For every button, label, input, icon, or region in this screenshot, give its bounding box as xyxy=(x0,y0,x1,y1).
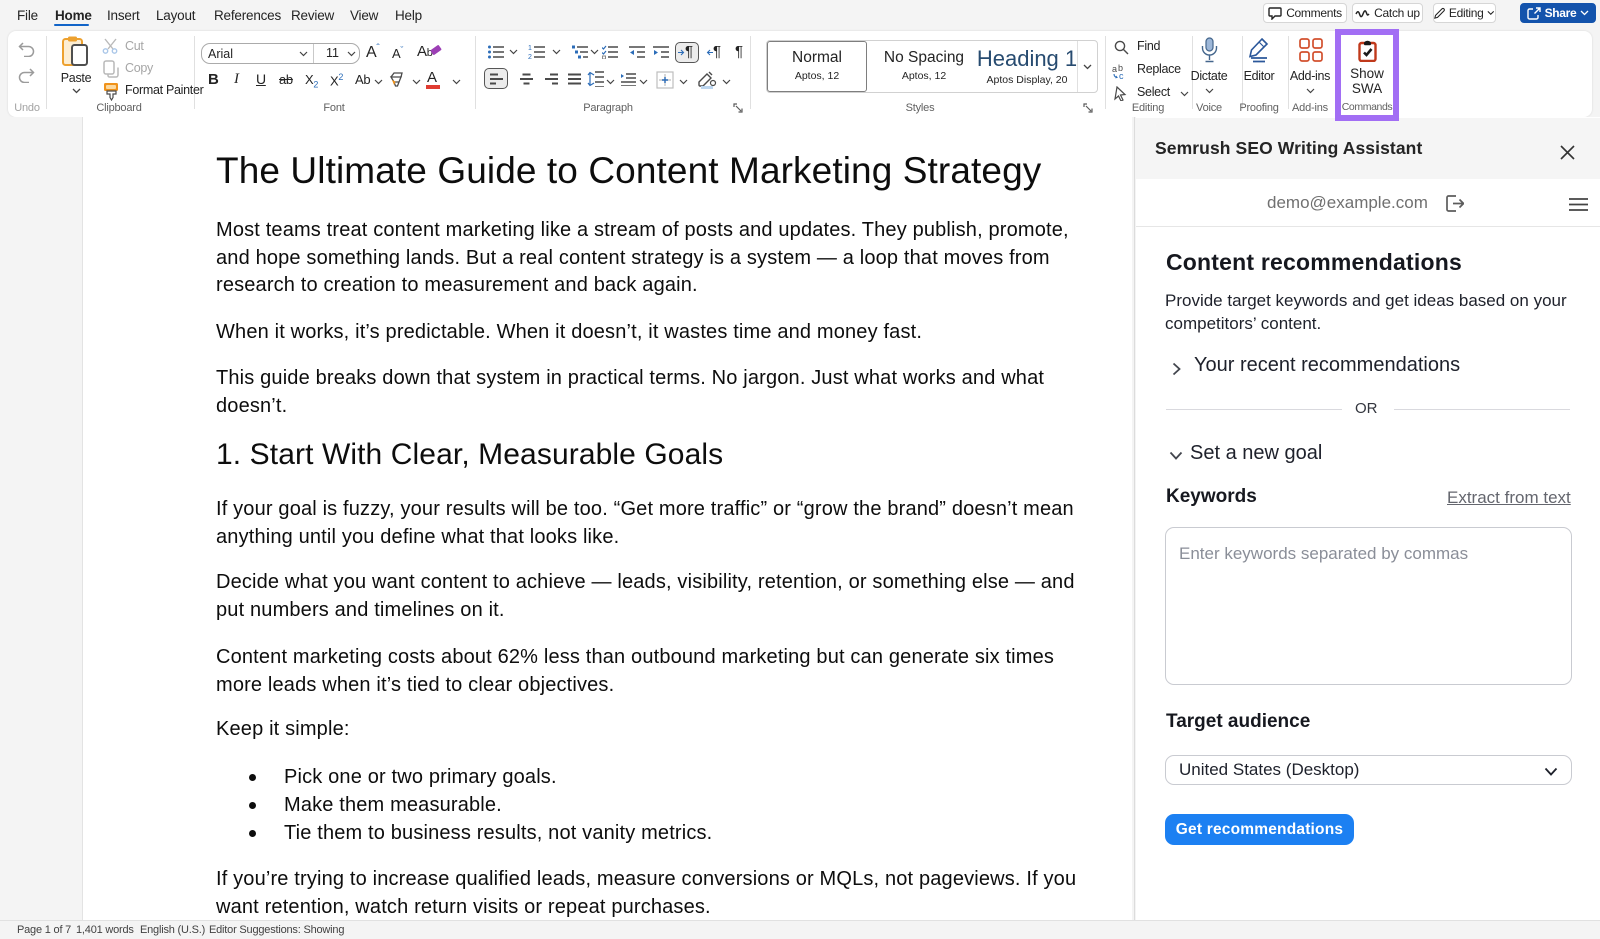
svg-text:2: 2 xyxy=(528,54,532,60)
svg-text:a: a xyxy=(1112,64,1117,74)
svg-text:1: 1 xyxy=(528,45,532,52)
svg-text:c: c xyxy=(1119,71,1124,79)
